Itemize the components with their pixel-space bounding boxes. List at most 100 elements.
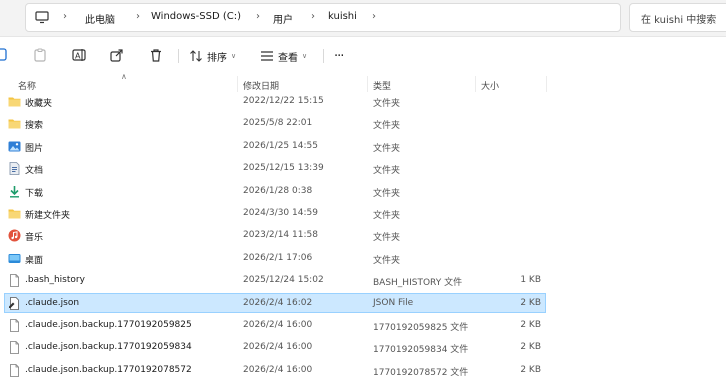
breadcrumb-drive[interactable]: Windows-SSD (C:)	[151, 11, 241, 22]
breadcrumb-this-pc[interactable]: 此电脑	[85, 11, 115, 26]
file-icon	[8, 341, 21, 355]
search-input[interactable]: 在 kuishi 中搜索	[629, 3, 726, 32]
file-size: 2 KB	[520, 320, 541, 330]
folder-row[interactable]: 下载 2026/1/28 0:38 文件夹	[4, 181, 546, 201]
folder-row[interactable]: 收藏夹 2022/12/22 15:15 文件夹	[4, 91, 546, 111]
folder-row[interactable]: 图片 2026/1/25 14:55 文件夹	[4, 136, 546, 156]
file-name: 文档	[25, 166, 44, 177]
favorites-folder-icon	[8, 95, 21, 108]
file-size: 2 KB	[520, 342, 541, 353]
column-divider[interactable]	[367, 76, 368, 92]
file-name: .claude.json.backup.1770192059825	[25, 320, 192, 330]
file-type: 文件夹	[373, 99, 401, 109]
chevron-down-icon: ∨	[302, 52, 308, 60]
file-type: 文件夹	[373, 255, 401, 266]
file-date-modified: 2026/2/4 16:02	[243, 297, 313, 308]
column-divider[interactable]	[237, 76, 238, 92]
searches-folder-icon	[8, 117, 21, 130]
column-header-row: ∧ 名称 修改日期 类型 大小	[0, 72, 726, 92]
file-name: 图片	[25, 143, 44, 154]
view-button[interactable]: 查看 ∨	[260, 47, 307, 65]
folder-row[interactable]: 搜索 2025/5/8 22:01 文件夹	[4, 113, 546, 133]
breadcrumb-users[interactable]: 用户	[273, 11, 293, 26]
file-size: 1 KB	[520, 275, 541, 286]
file-date-modified: 2026/1/28 0:38	[243, 185, 313, 196]
file-name: .claude.json.backup.1770192078572	[25, 364, 192, 375]
address-bar-row: › 此电脑 › Windows-SSD (C:) › 用户 › kuishi ›…	[0, 0, 726, 37]
folder-icon	[8, 207, 21, 220]
file-icon	[8, 363, 21, 377]
folder-row[interactable]: 新建文件夹 2024/3/30 14:59 文件夹	[4, 203, 546, 223]
file-date-modified: 2026/2/1 17:06	[243, 252, 313, 263]
file-row[interactable]: .bash_history 2025/12/24 15:02 BASH_HISTOR…	[4, 270, 546, 290]
new-item-icon[interactable]	[0, 48, 8, 62]
chevron-right-icon[interactable]: ›	[372, 11, 376, 22]
file-date-modified: 2026/2/4 16:00	[243, 364, 313, 375]
file-name: .claude.json	[25, 297, 80, 308]
file-date-modified: 2026/2/4 16:00	[243, 342, 313, 353]
folder-row[interactable]: 桌面 2026/2/1 17:06 文件夹	[4, 248, 546, 268]
file-name: 收藏夹	[25, 99, 53, 109]
file-date-modified: 2025/5/8 22:01	[243, 118, 313, 129]
file-date-modified: 2025/12/15 13:39	[243, 163, 324, 174]
sort-button[interactable]: 排序 ∨	[189, 47, 236, 65]
file-type: 1770192059825 文件	[373, 323, 469, 333]
monitor-icon	[35, 11, 49, 24]
sort-icon	[190, 50, 202, 62]
file-icon	[8, 319, 21, 332]
search-placeholder: 在 kuishi 中搜索	[641, 15, 717, 26]
file-name: 下载	[25, 188, 44, 199]
file-date-modified: 2023/2/14 11:58	[243, 230, 318, 241]
file-size: 2 KB	[520, 297, 541, 308]
more-options-icon: ···	[334, 48, 344, 64]
sort-label: 排序	[207, 52, 227, 64]
sort-ascending-icon: ∧	[121, 72, 127, 81]
file-name: .claude.json.backup.1770192059834	[25, 342, 192, 353]
music-folder-icon	[8, 229, 21, 242]
more-options-button[interactable]: ···	[334, 47, 344, 65]
command-bar: A 排序 ∨ 查看 ∨ ···	[0, 38, 726, 74]
file-row[interactable]: .claude.json.backup.1770192078572 2026/2/…	[4, 360, 546, 380]
desktop-folder-icon	[8, 252, 21, 265]
chevron-down-icon: ∨	[231, 52, 237, 60]
json-file-icon	[8, 296, 21, 310]
file-name: 桌面	[25, 255, 44, 266]
share-icon[interactable]	[110, 48, 124, 62]
file-row[interactable]: .claude.json 2026/2/4 16:02 JSON File 2 KB	[4, 292, 546, 313]
file-row[interactable]: .claude.json.backup.1770192059834 2026/2/…	[4, 337, 546, 357]
toolbar-separator	[178, 49, 179, 63]
file-row[interactable]: .claude.json.backup.1770192059825 2026/2/…	[4, 315, 546, 335]
address-bar[interactable]: › 此电脑 › Windows-SSD (C:) › 用户 › kuishi ›	[25, 3, 621, 32]
column-divider[interactable]	[546, 76, 547, 92]
file-date-modified: 2024/3/30 14:59	[243, 208, 318, 218]
file-icon	[8, 274, 21, 288]
chevron-right-icon[interactable]: ›	[136, 11, 140, 22]
svg-text:A: A	[75, 52, 81, 61]
file-type: 文件夹	[373, 233, 401, 244]
chevron-right-icon[interactable]: ›	[256, 11, 260, 22]
file-date-modified: 2022/12/22 15:15	[243, 96, 324, 106]
file-name: .bash_history	[25, 275, 85, 286]
file-name: 搜索	[25, 121, 44, 132]
file-type: JSON File	[373, 297, 414, 308]
downloads-folder-icon	[8, 185, 21, 198]
view-icon	[261, 51, 273, 61]
file-size: 2 KB	[520, 364, 541, 375]
chevron-right-icon[interactable]: ›	[311, 11, 315, 22]
folder-row[interactable]: 文档 2025/12/15 13:39 文件夹	[4, 158, 546, 178]
file-name: 新建文件夹	[25, 211, 71, 221]
file-date-modified: 2026/2/4 16:00	[243, 320, 313, 330]
file-type: 1770192078572 文件	[373, 367, 469, 378]
delete-icon[interactable]	[149, 48, 163, 62]
toolbar-separator	[323, 49, 324, 63]
breadcrumb-kuishi[interactable]: kuishi	[328, 11, 357, 22]
file-type: 文件夹	[373, 121, 401, 132]
rename-icon[interactable]: A	[72, 48, 86, 62]
view-label: 查看	[278, 52, 298, 64]
paste-icon[interactable]	[33, 48, 47, 62]
file-type: 文件夹	[373, 188, 401, 199]
folder-row[interactable]: 音乐 2023/2/14 11:58 文件夹	[4, 225, 546, 245]
file-type: 文件夹	[373, 143, 401, 154]
column-divider[interactable]	[475, 76, 476, 92]
chevron-right-icon[interactable]: ›	[63, 11, 67, 22]
